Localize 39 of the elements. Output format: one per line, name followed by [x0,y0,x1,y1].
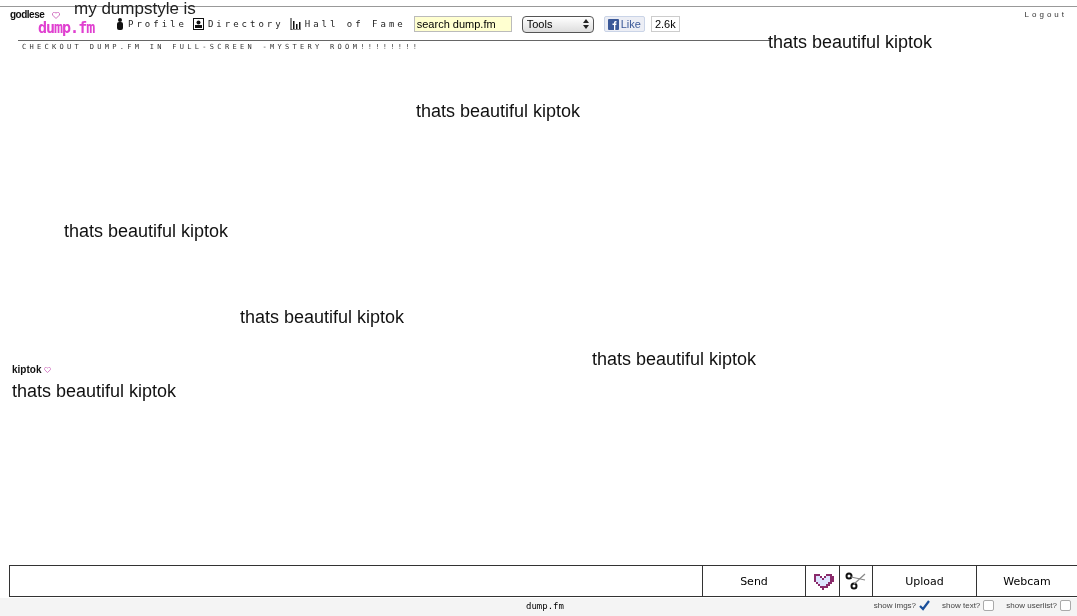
checkbox[interactable] [1060,600,1071,611]
search-field[interactable]: search dump.fm [413,16,512,32]
chat-message: thats beautiful kiptok [64,221,229,241]
tools-dropdown[interactable]: Tools [521,15,594,33]
toggle-label: show text? [942,601,981,610]
nav-link[interactable]: Profile [128,19,187,29]
favorite-button[interactable] [806,565,840,597]
updown-caret-icon [582,19,589,29]
id-card-icon [192,18,204,30]
dumpstyle-text: my dumpstyle is [74,0,196,18]
chat-message: thats beautiful kiptok [592,349,757,369]
scissors-icon [845,571,867,591]
logout-link[interactable]: Logout [1024,10,1067,19]
checkbox[interactable] [919,600,931,611]
toggle-label: show imgs? [873,601,917,610]
message-input[interactable] [9,565,703,597]
person-icon [116,18,124,30]
facebook-icon [607,18,619,30]
scissors-button[interactable] [840,565,873,597]
footer-site-name: dump.fm [526,601,564,611]
send-button[interactable]: Send [703,565,806,597]
chat-message: thats beautiful kiptok [416,101,581,121]
chat-message: thats beautiful kiptok [12,381,177,401]
webcam-button[interactable]: Webcam [977,565,1077,597]
like-button[interactable]: Like [603,16,645,32]
checkbox[interactable] [983,600,995,611]
pixel-heart-icon [811,572,834,590]
bar-chart-icon [289,18,301,30]
site-logo[interactable]: dump.fm [38,21,95,35]
toggle-label: show userlist? [1006,601,1057,610]
chat-message: thats beautiful kiptok [240,307,405,327]
nav-link[interactable]: Hall of Fame [304,19,406,29]
like-count: 2.6k [650,16,680,32]
username-link[interactable]: godlese [10,9,45,20]
chat-message: thats beautiful kiptok [768,32,933,52]
upload-button[interactable]: Upload [873,565,977,597]
heart-icon [52,12,60,19]
message-username[interactable]: kiptok [12,364,42,375]
nav-link[interactable]: Directory [207,19,284,29]
